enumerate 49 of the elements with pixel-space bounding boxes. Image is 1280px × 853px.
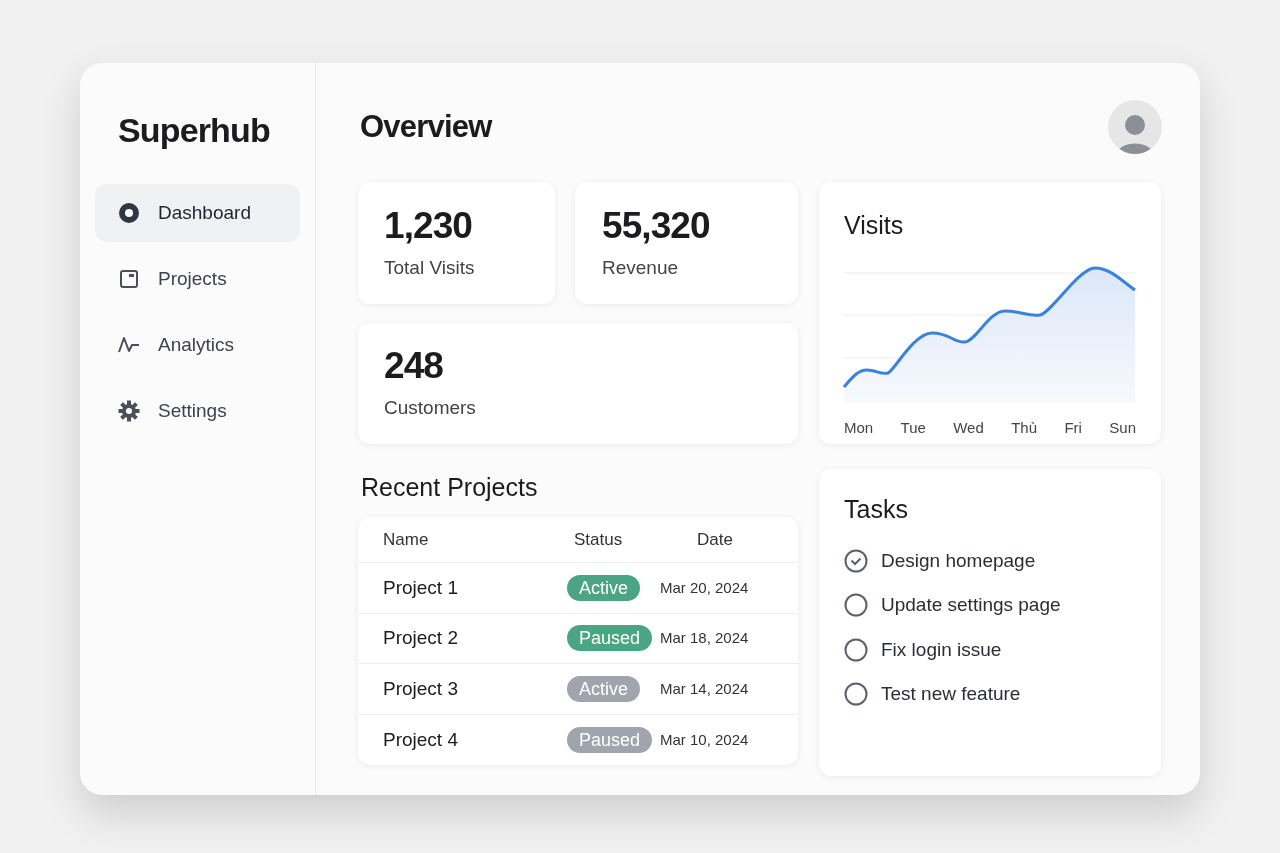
- table-cell-text: Project 1: [382, 575, 459, 600]
- stat-label: Total Visits: [384, 256, 476, 280]
- checkbox[interactable]: [844, 682, 868, 707]
- table-cell-text: Project 4: [382, 727, 459, 752]
- axis-label: Wed: [953, 417, 984, 438]
- stat-value: 1,230: [384, 204, 473, 248]
- table-cell-text: Mar 18, 2024: [660, 628, 750, 648]
- column-header: Name: [382, 528, 430, 551]
- axis-label: Thù: [1011, 417, 1038, 438]
- settings-icon: [118, 400, 140, 422]
- stat-value: 248: [384, 344, 444, 388]
- nav-item[interactable]: Projects: [95, 250, 300, 308]
- nav-item[interactable]: Dashboard: [95, 184, 300, 242]
- pulse-icon: [118, 335, 140, 355]
- status-badge: Active: [567, 574, 641, 601]
- table-cell-text: Mar 14, 2024: [660, 678, 750, 699]
- axis-label: Sun: [1109, 417, 1136, 438]
- status-badge: Paused: [567, 726, 653, 753]
- table-cell-text: Project 3: [382, 676, 459, 701]
- card-title: Visits: [844, 210, 905, 241]
- nav-item[interactable]: Analytics: [95, 316, 300, 374]
- axis-label: Mon: [844, 417, 874, 438]
- checkbox[interactable]: [844, 637, 868, 662]
- table-cell-text: Mar 20, 2024: [660, 577, 750, 598]
- column-header: Date: [696, 528, 734, 551]
- stat-label: Revenue: [602, 256, 680, 280]
- axis-label: Fri: [1064, 417, 1082, 438]
- avatar[interactable]: [1108, 100, 1162, 154]
- circle-icon: [118, 202, 140, 224]
- table-cell-text: Mar 10, 2024: [660, 729, 750, 750]
- status-badge: Paused: [567, 625, 653, 652]
- column-header: Status: [573, 528, 624, 551]
- axis-label: Tue: [900, 417, 926, 438]
- page-title: Overview: [359, 107, 492, 146]
- nav-item[interactable]: Settings: [95, 382, 300, 440]
- task-label: Fix login issue: [881, 637, 1002, 662]
- card-title: Tasks: [844, 494, 909, 525]
- stat-label: Customers: [384, 396, 477, 420]
- task-label: Update settings page: [881, 593, 1061, 617]
- task-label: Test new feature: [881, 682, 1021, 706]
- stat-value: 55,320: [602, 204, 711, 248]
- checkbox[interactable]: [844, 593, 868, 618]
- section-title: Recent Projects: [360, 472, 539, 503]
- table-cell-text: Project 2: [382, 626, 459, 650]
- brand-name: Superhub: [117, 110, 271, 151]
- task-label: Design homepage: [881, 548, 1036, 573]
- status-badge: Active: [567, 675, 641, 702]
- checkbox[interactable]: [844, 548, 868, 573]
- window-icon: [119, 269, 139, 289]
